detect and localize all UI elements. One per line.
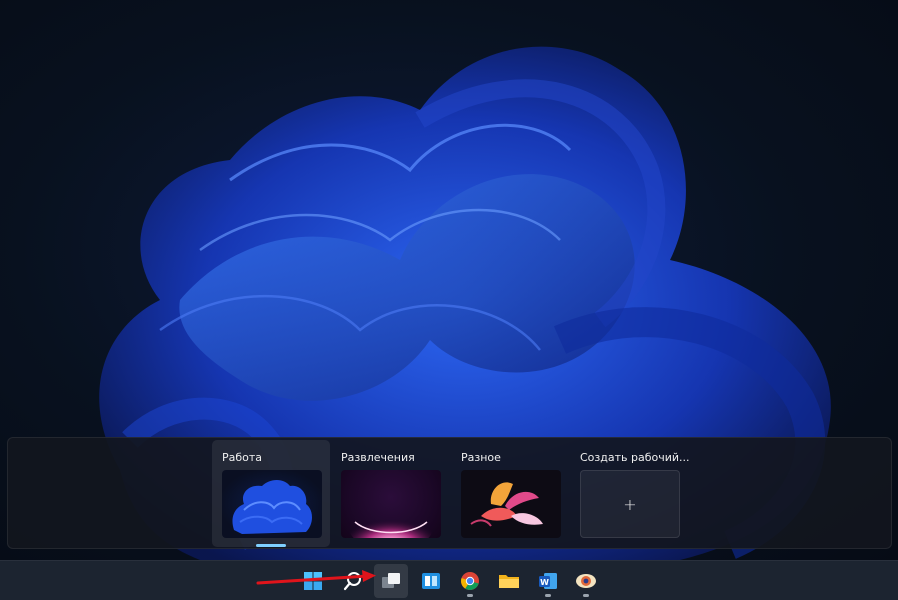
search-button[interactable] [336,564,370,598]
desktop-card-entertainment[interactable]: Развлечения [331,440,449,547]
widgets-button[interactable] [414,564,448,598]
desktop-thumbnail [341,470,441,538]
new-desktop-button[interactable]: + [580,470,680,538]
desktop-thumbnail [222,470,322,538]
task-view-button[interactable] [374,564,408,598]
plus-icon: + [623,494,637,514]
chrome-icon [461,572,479,590]
word-icon: W [539,573,557,589]
file-explorer-button[interactable] [492,564,526,598]
task-view-icon [382,573,400,588]
desktop-card-work[interactable]: Работа [212,440,330,547]
eye-app-button[interactable] [569,564,603,598]
desktop-label: Разное [461,451,501,464]
chrome-button[interactable] [453,564,487,598]
search-icon [343,572,361,591]
start-button[interactable] [296,564,330,598]
widgets-icon [422,573,440,589]
running-indicator [467,594,473,597]
start-icon [304,572,322,590]
active-desktop-indicator [256,544,286,547]
new-desktop-label: Создать рабочий... [580,451,690,464]
running-indicator [583,594,589,597]
eye-app-icon [576,574,596,588]
file-explorer-icon [499,575,519,588]
desktop-card-new[interactable]: Создать рабочий... + [570,440,690,547]
virtual-desktops-panel: Работа Развлечения Разное Создать рабочи… [7,437,892,549]
taskbar: W [0,560,898,600]
desktop-card-misc[interactable]: Разное [451,440,569,547]
desktop-label: Развлечения [341,451,415,464]
desktop-label: Работа [222,451,263,464]
desktop-thumbnail [461,470,561,538]
word-button[interactable]: W [531,564,565,598]
svg-text:W: W [540,578,549,587]
running-indicator [545,594,551,597]
